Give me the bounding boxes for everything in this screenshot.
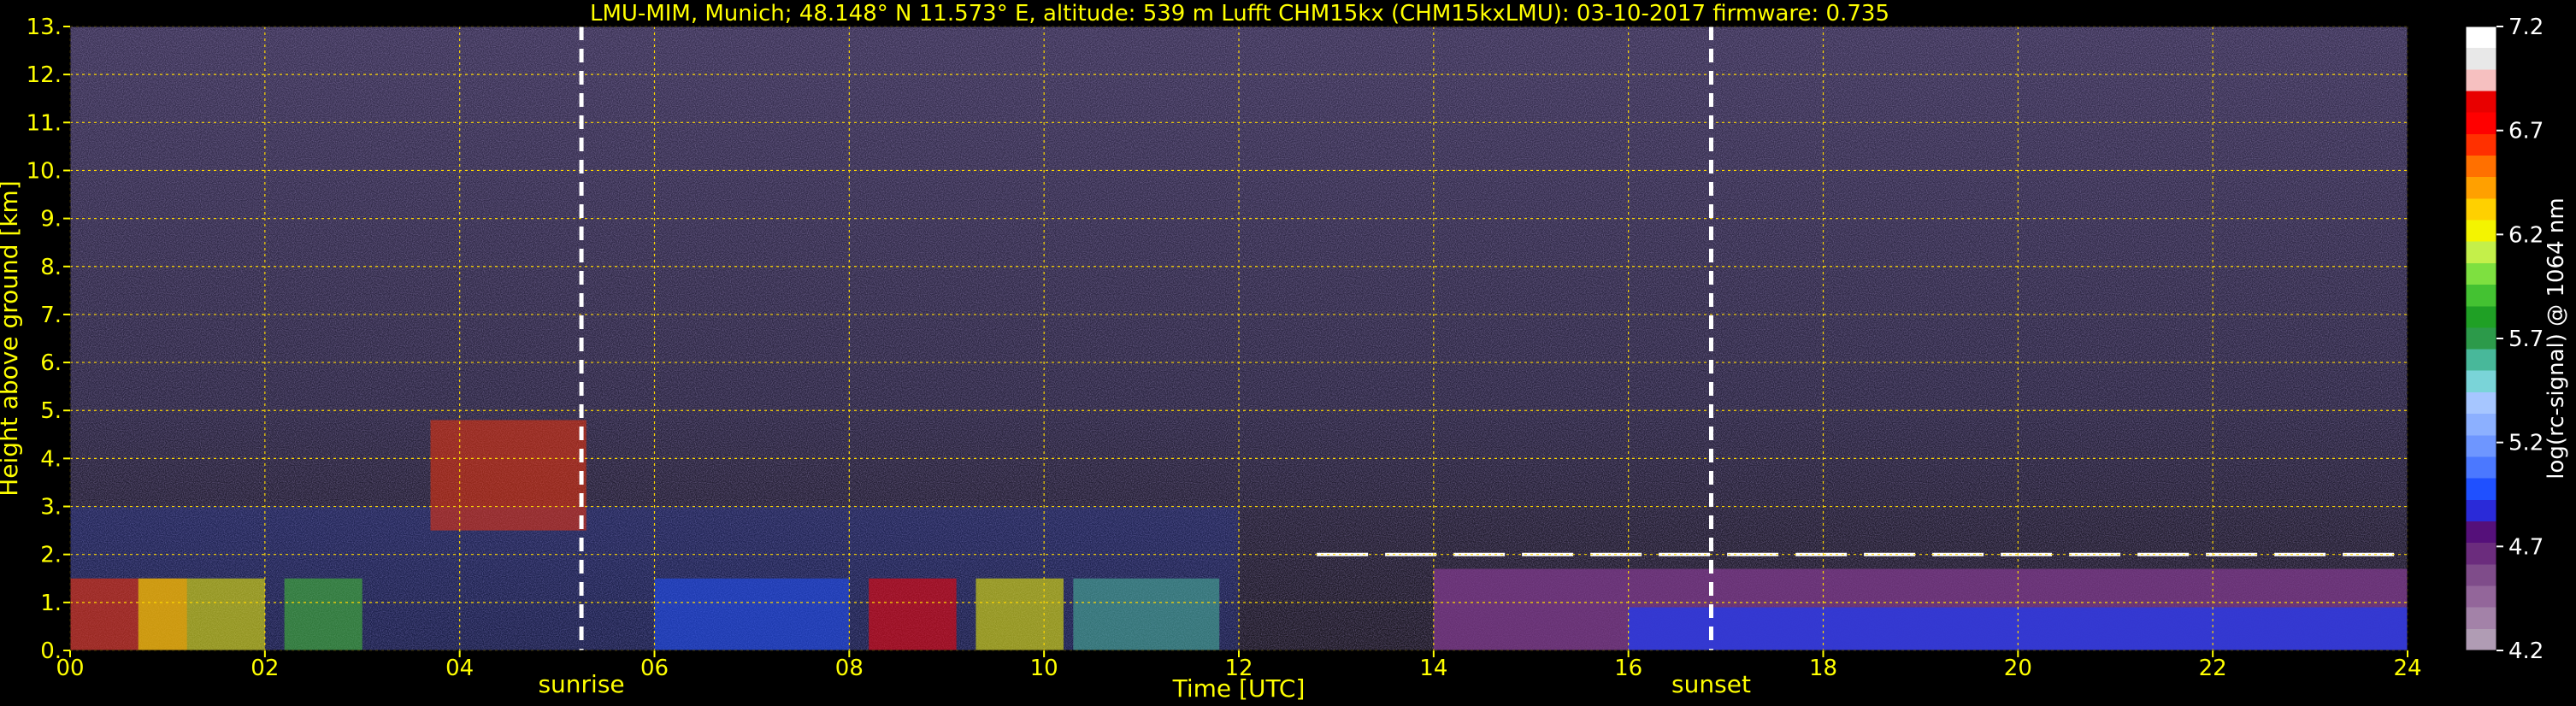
- layer-patch: [284, 578, 363, 650]
- x-tick-label: 22: [2199, 656, 2227, 681]
- colorbar-tick-label: 4.2: [2508, 638, 2544, 664]
- x-tick-label: 02: [251, 656, 279, 681]
- colorbar-tick-label: 7.2: [2508, 15, 2544, 40]
- layer-patch: [1073, 578, 1220, 650]
- y-tick-label: 11.: [27, 110, 62, 136]
- y-tick-label: 2.: [40, 543, 62, 568]
- colorbar-ticks: 4.2 4.7 5.2 5.7 6.2 6.7 7.2: [2496, 15, 2544, 664]
- x-tick-label: 04: [445, 656, 474, 681]
- event-labels: sunrise sunset: [538, 670, 1750, 698]
- layer-patch: [869, 578, 957, 650]
- x-tick-label: 14: [1419, 656, 1447, 681]
- layer-patch: [654, 578, 850, 650]
- x-tick-label: 24: [2393, 656, 2421, 681]
- y-tick-label: 5.: [40, 398, 62, 424]
- colorbar: 4.2 4.7 5.2 5.7 6.2 6.7 7.2 log(rc-signal) @ 1…: [2465, 15, 2569, 664]
- y-axis-ticks: 0.1.2.3.4.5.6.7.8.9.10.11.12.13.: [27, 15, 70, 664]
- x-tick-label: 18: [1809, 656, 1837, 681]
- colorbar-body: [2465, 26, 2497, 651]
- y-tick-label: 6.: [40, 350, 62, 376]
- y-tick-label: 3.: [40, 495, 62, 521]
- y-tick-label: 7.: [40, 303, 62, 328]
- x-tick-label: 06: [640, 656, 669, 681]
- colorbar-tick-label: 5.7: [2508, 327, 2544, 352]
- plot-area: [69, 26, 2408, 651]
- event-label-sunrise: sunrise: [538, 670, 624, 698]
- x-tick-label: 16: [1614, 656, 1642, 681]
- event-label-sunset: sunset: [1671, 670, 1751, 698]
- y-axis-label: Height above ground [km]: [0, 180, 23, 497]
- ceilometer-chart: LMU-MIM, Munich; 48.148° N 11.573° E, al…: [0, 1, 2569, 703]
- x-axis-label: Time [UTC]: [1172, 674, 1306, 703]
- layer-patch: [976, 578, 1064, 650]
- x-tick-label: 00: [56, 656, 84, 681]
- layer-patch: [138, 578, 265, 650]
- y-tick-label: 4.: [40, 446, 62, 472]
- x-tick-label: 10: [1030, 656, 1058, 681]
- layer-patch: [430, 420, 587, 531]
- colorbar-tick-label: 4.7: [2508, 534, 2544, 560]
- colorbar-tick-label: 6.7: [2508, 119, 2544, 144]
- y-tick-label: 13.: [27, 15, 62, 40]
- x-tick-label: 08: [835, 656, 864, 681]
- y-tick-label: 9.: [40, 207, 62, 232]
- colorbar-label: log(rc-signal) @ 1064 nm: [2544, 197, 2569, 479]
- colorbar-tick-label: 6.2: [2508, 222, 2544, 248]
- y-tick-label: 1.: [40, 591, 62, 616]
- x-tick-label: 20: [2004, 656, 2032, 681]
- y-tick-label: 12.: [27, 62, 62, 88]
- chart-title: LMU-MIM, Munich; 48.148° N 11.573° E, al…: [590, 1, 1889, 26]
- y-tick-label: 10.: [27, 158, 62, 184]
- colorbar-tick-label: 5.2: [2508, 431, 2544, 456]
- y-tick-label: 8.: [40, 255, 62, 280]
